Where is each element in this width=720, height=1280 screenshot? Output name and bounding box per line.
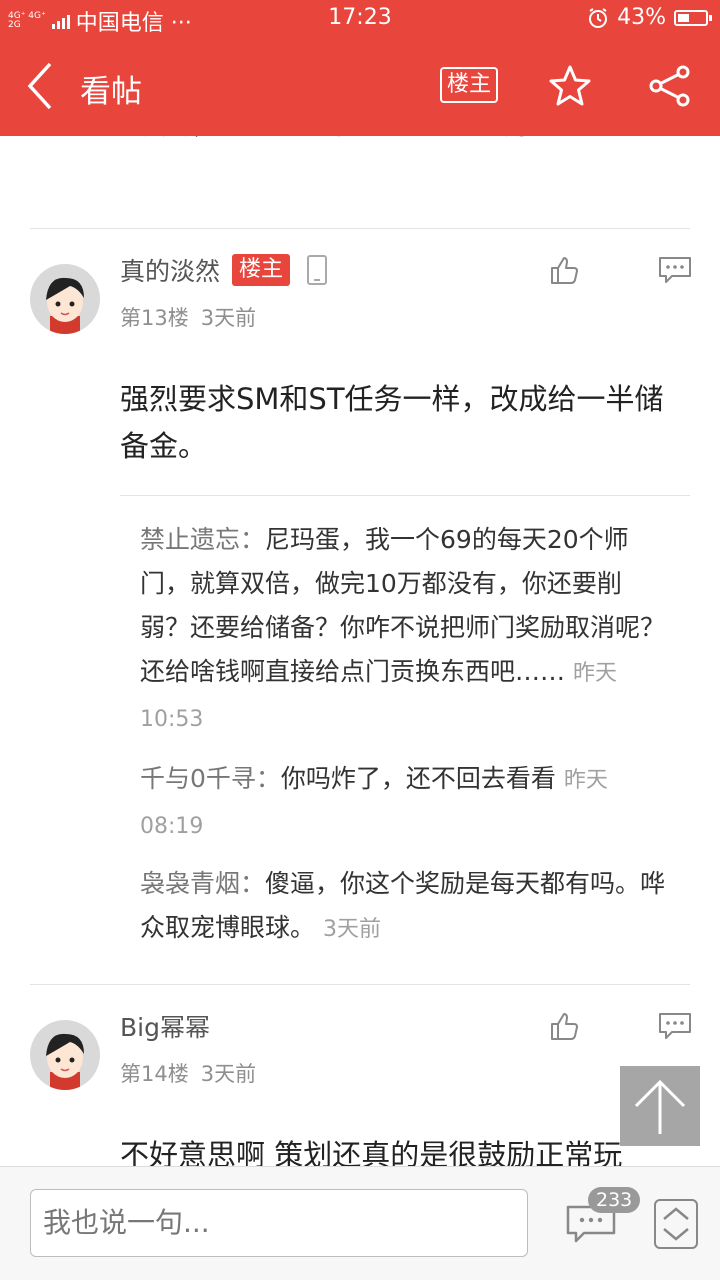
owner-only-button[interactable]: 楼主 (440, 67, 498, 103)
alarm-icon (589, 7, 608, 28)
reply-author[interactable]: 禁止遗忘： (140, 525, 265, 554)
avatar[interactable] (30, 1020, 100, 1090)
reply-author[interactable]: 袅袅青烟： (140, 869, 265, 898)
share-icon[interactable] (648, 64, 692, 108)
scroll-to-top-button[interactable] (620, 1066, 700, 1146)
battery-percent: 43% (617, 5, 666, 30)
reply-time: 3天前 (322, 917, 381, 942)
reply-item[interactable]: 禁止遗忘：尼玛蛋，我一个69的每天20个师门，就算双倍，做完10万都没有，你还要… (140, 518, 670, 742)
post-time: 3天前 (200, 306, 257, 330)
floor-info: 第13楼 3天前 (120, 302, 256, 332)
battery-icon (674, 9, 712, 26)
comment-input-placeholder: 我也说一句... (43, 1206, 210, 1239)
owner-badge: 楼主 (232, 254, 291, 286)
page-jump-button[interactable] (654, 1199, 698, 1249)
divider (30, 984, 690, 985)
floor-info: 第14楼 3天前 (120, 1058, 256, 1088)
like-icon[interactable] (548, 1010, 580, 1042)
top-header: 4G⁺ 4G⁺ 2G 中国电信 ··· 17:23 43% 看帖 楼主 (0, 0, 720, 136)
comment-count-badge: 233 (588, 1187, 641, 1213)
divider (30, 228, 690, 229)
like-icon[interactable] (548, 254, 580, 286)
nav-bar: 看帖 楼主 (0, 38, 720, 136)
comment-icon[interactable] (658, 1012, 692, 1040)
arrow-up-icon (634, 1079, 686, 1134)
star-icon[interactable] (548, 64, 592, 108)
username-label[interactable]: Big幂幂 (120, 1008, 210, 1044)
comment-input[interactable]: 我也说一句... (30, 1189, 528, 1257)
up-down-icon (663, 1207, 689, 1241)
comment-icon[interactable] (658, 256, 692, 284)
username[interactable]: 真的淡然 楼主 (120, 252, 328, 288)
reply-item[interactable]: 千与0千寻：你吗炸了，还不回去看看 昨天08:19 (140, 757, 670, 849)
divider (120, 495, 690, 496)
reply-author[interactable]: 千与0千寻： (140, 764, 281, 793)
post-time: 3天前 (200, 1062, 257, 1086)
post-body: 强烈要求SM和ST任务一样，改成给一半储备金。 (120, 382, 664, 463)
reply-item[interactable]: 袅袅青烟：傻逼，你这个奖励是每天都有吗。哗众取宠博眼球。 3天前 (140, 862, 670, 952)
username[interactable]: Big幂幂 (120, 1008, 210, 1044)
post-body: 不好意思啊 策划还真的是很鼓励正常玩 (120, 1138, 623, 1166)
page-title: 看帖 (80, 74, 142, 110)
status-bar: 4G⁺ 4G⁺ 2G 中国电信 ··· 17:23 43% (0, 0, 720, 38)
thread-content: 强吗，这明显是每周100个的奖励 3天前 真的淡然 楼主 第13楼3天 (0, 0, 720, 1166)
floor-number: 第14楼 (120, 1062, 189, 1086)
username-label[interactable]: 真的淡然 (120, 252, 220, 288)
back-icon[interactable] (22, 60, 62, 112)
phone-icon (307, 255, 328, 285)
floor-number: 第13楼 (120, 306, 189, 330)
bottom-bar: 我也说一句... 233 (0, 1166, 720, 1280)
avatar[interactable] (30, 264, 100, 334)
reply-text: 你吗炸了，还不回去看看 (280, 764, 556, 793)
